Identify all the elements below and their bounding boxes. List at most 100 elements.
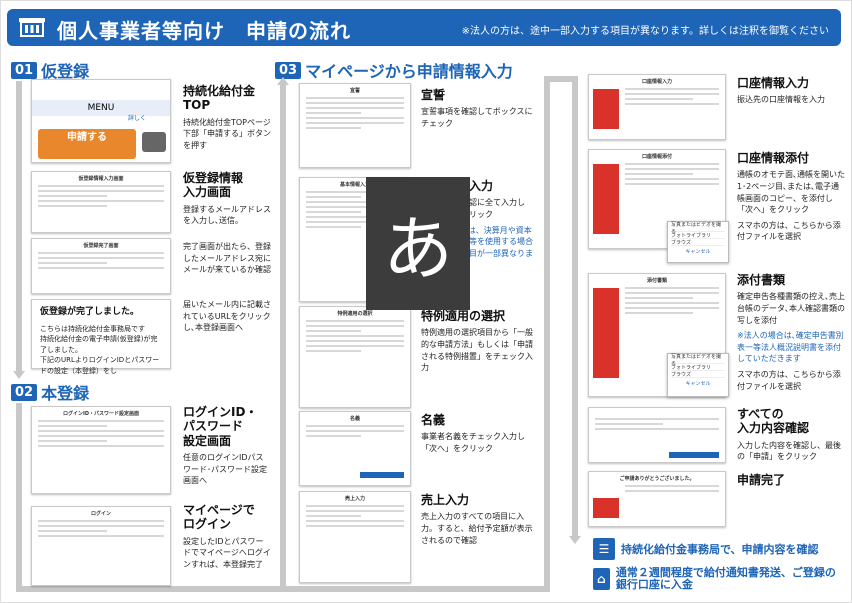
menu-label: MENU [87,103,115,113]
email-heading: 仮登録が完了しました。 [40,307,140,317]
flow-rail [544,76,574,82]
step-confirm: すべての 入力内容確認 入力した内容を確認し、最後の「申請」をクリック [737,407,845,463]
login-setting-thumbnail: ログインID・パスワード設定画面 [31,406,171,494]
step-note: スマホの方は、こちらから添付ファイルを選択 [737,220,841,242]
email-body: こちらは持続化給付金事務局です 持続化給付金の電子申請(仮登録)が完了しました。… [40,324,160,375]
complete-thumbnail: ご申請ありがとうございました。 [588,471,726,527]
step-desc: 特例適用の選択項目から「一般的な申請方法」もしくは「申請される特例措置」をチェッ… [421,328,533,373]
step-title: 特例適用の選択 [421,309,506,323]
step-desc: 振込先の口座情報を入力 [737,95,825,105]
section-02: 02 本登録 [11,380,89,404]
step-title: 持続化給付金 TOP [183,84,256,113]
page-title: 個人事業者等向け 申請の流れ [57,19,351,43]
arrow-down-icon [13,371,25,379]
footer-payment: ⌂ 通常２週間程度で給付通知書発送、ご登録の銀行口座に入金 [593,566,843,592]
step-documents: 添付書類 確定申告各種書類の控え､売上台帳のデータ､本人確認書類の写しを添付 ※… [737,273,845,392]
flow-rail [16,586,281,592]
building-icon [19,18,45,37]
step-pre-complete: 完了画面が出たら、登録したメールアドレス宛にメールが来ているか確認 [183,237,271,276]
step-desc: 宣誓事項を確認してボックスにチェック [421,107,533,128]
footer-review: ☰ 持続化給付金事務局で、申請内容を確認 [593,538,819,560]
arrow-down-icon [569,536,581,544]
flow-rail [286,586,550,592]
section-number: 02 [11,383,38,401]
next-button[interactable] [360,472,404,478]
submit-button[interactable] [669,452,719,458]
step-desc: 売上入力のすべての項目に入力。すると、給付予定額が表示されるので確認 [421,512,533,545]
step-desc: 事業者名義をチェック入力し「次へ」をクリック [421,432,525,453]
bank-icon: ⌂ [593,568,610,591]
step-desc: 入力した内容を確認し、最後の「申請」をクリック [737,440,841,462]
section-number: 03 [275,61,302,79]
step-oath: 宣誓 宣誓事項を確認してボックスにチェック [421,88,539,130]
section-title: 本登録 [41,384,90,403]
flow-rail [572,76,578,536]
step-title: ログインID・ パスワード 設定画面 [183,405,258,448]
picker-cancel[interactable]: キャンセル [671,248,725,255]
footer-text: 通常２週間程度で給付通知書発送、ご登録の銀行口座に入金 [615,566,836,592]
step-desc: 完了画面が出たら、登録したメールアドレス宛にメールが来ているか確認 [183,242,271,275]
step-title: 添付書類 [737,273,786,287]
step-special-case: 特例適用の選択 特例適用の選択項目から「一般的な申請方法」もしくは「申請される特… [421,309,539,374]
top-page-thumbnail: MENU 詳しく 申請する [31,79,171,163]
step-bank-attach: 口座情報添付 通帳のオモテ面､通帳を開いた1･2ページ目､または､電子通帳画面の… [737,151,845,243]
step-desc: 任意のログインIDパスワード･パスワード設定画面へ [183,453,267,486]
name-thumbnail: 名義 [299,411,411,486]
picker-option[interactable]: ブラウズ [671,371,725,378]
step-sales: 売上入力 売上入力のすべての項目に入力。すると、給付予定額が表示されるので確認 [421,493,539,546]
special-case-thumbnail: 特例適用の選択 [299,306,411,408]
header-note: ※法人の方は、途中一部入力する項目が異なります。詳しくは注釈を御覧ください [461,26,829,37]
step-desc: 持続化給付金TOPページ下部「申請する」ボタンを押す [183,117,271,150]
details-link: 詳しく [127,115,146,122]
flow-rail [16,403,22,588]
step-title: 名義 [421,413,446,427]
step-desc: 確定申告各種書類の控え､売上台帳のデータ､本人確認書類の写しを添付 [737,292,845,325]
apply-label: 申請する [67,132,107,143]
step-desc: 設定したIDとパスワードでマイページへログインすれば、本登録完了 [183,536,271,569]
flow-rail [280,83,286,592]
step-title: マイページで ログイン [183,503,255,532]
step-title: 口座情報入力 [737,76,810,90]
phone-picker-1: 写真またはビデオを撮る フォトライブラリ ブラウズ キャンセル [667,221,729,263]
oath-thumbnail: 宣誓 [299,83,411,168]
step-note: ※法人の場合は､確定申告書別表一等法人概況説明書を添付していただきます [737,331,844,364]
step-title: 売上入力 [421,493,470,507]
login-thumbnail: ログイン [31,506,171,586]
step-desc: 通帳のオモテ面､通帳を開いた1･2ページ目､または､電子通帳画面のコピー、を添付… [737,170,845,215]
step-title: 宣誓 [421,88,446,102]
phone-picker-2: 写真またはビデオを撮る フォトライブラリ ブラウズ キャンセル [667,353,729,397]
step-desc: 届いたメール内に記載されているURLをクリックし､本登録画面へ [183,300,271,333]
step-name: 名義 事業者名義をチェック入力し「次へ」をクリック [421,413,539,455]
pre-registration-complete-thumbnail: 仮登録完了画面 [31,238,171,294]
section-title: マイページから申請情報入力 [305,62,513,81]
step-login-setting: ログインID・ パスワード 設定画面 任意のログインIDパスワード･パスワード設… [183,405,271,487]
step-title: 申請完了 [737,473,786,487]
header-bar: 個人事業者等向け 申請の流れ ※法人の方は、途中一部入力する項目が異なります。詳… [7,9,841,46]
step-note: スマホの方は、こちらから添付ファイルを選択 [737,369,841,391]
pre-registration-email-card: 仮登録が完了しました。 こちらは持続化給付金事務局です 持続化給付金の電子申請(… [31,299,171,375]
apply-button[interactable]: 申請する [38,129,136,159]
step-complete: 申請完了 [737,473,845,487]
step-desc: 登録するメールアドレスを入力し､送信。 [183,204,271,226]
step-top: 持続化給付金 TOP 持続化給付金TOPページ下部「申請する」ボタンを押す [183,84,271,152]
section-number: 01 [11,61,38,79]
step-title: 仮登録情報 入力画面 [183,171,244,200]
bank-info-thumbnail: 口座情報入力 [588,74,726,140]
checklist-icon: ☰ [593,538,615,560]
step-title: すべての 入力内容確認 [737,407,810,436]
step-pre-input: 仮登録情報 入力画面 登録するメールアドレスを入力し､送信。 [183,171,271,227]
sales-thumbnail: 売上入力 [299,491,411,583]
step-title: 口座情報添付 [737,151,810,165]
footer-text: 持続化給付金事務局で、申請内容を確認 [621,543,819,556]
arrow-up-icon [277,77,289,85]
flow-rail [16,81,22,371]
step-mypage-login: マイページで ログイン 設定したIDとパスワードでマイページへログインすれば、本… [183,503,271,571]
flow-page: 個人事業者等向け 申請の流れ ※法人の方は、途中一部入力する項目が異なります。詳… [0,0,852,603]
step-bank-info: 口座情報入力 振込先の口座情報を入力 [737,76,845,106]
flow-rail [544,76,550,586]
input-method-overlay: あ [366,177,470,310]
picker-cancel[interactable]: キャンセル [671,380,725,387]
page-top-button[interactable] [142,132,166,152]
section-03: 03 マイページから申請情報入力 [275,58,513,82]
picker-option[interactable]: ブラウズ [671,239,725,246]
